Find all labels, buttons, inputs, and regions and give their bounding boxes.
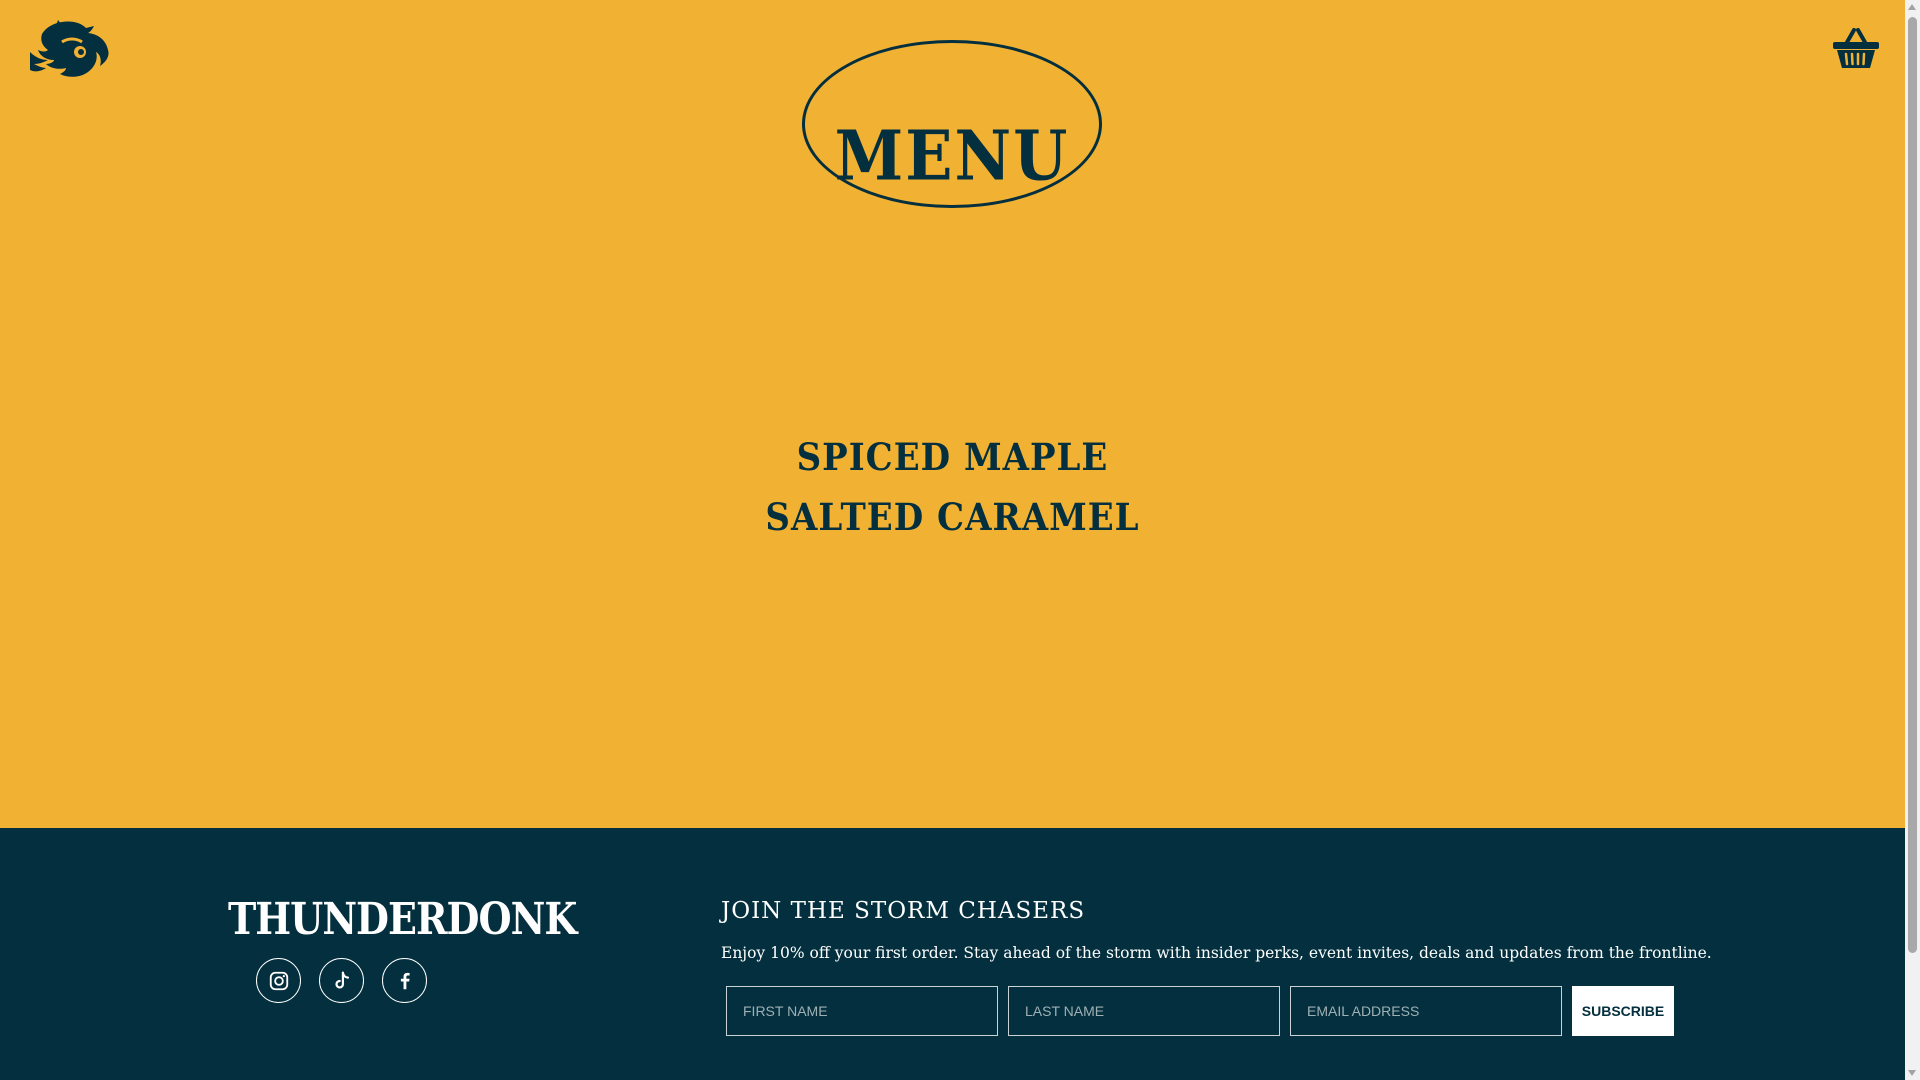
scroll-up-arrow-icon[interactable] <box>1908 4 1916 10</box>
tiktok-icon <box>334 971 349 988</box>
email-input[interactable] <box>1290 986 1562 1036</box>
footer-brand-logo[interactable]: THUNDERDONK <box>228 893 577 945</box>
newsletter-description: Enjoy 10% off your first order. Stay ahe… <box>721 944 1712 962</box>
instagram-icon <box>269 971 288 990</box>
last-name-input[interactable] <box>1008 986 1280 1036</box>
page: MENU SPICED MAPLE SALTED CARAMEL THUNDER… <box>0 0 1905 1080</box>
tiktok-link[interactable] <box>319 958 364 1003</box>
menu-title-badge: MENU <box>802 40 1102 208</box>
basket-icon <box>1833 28 1879 68</box>
newsletter-form: SUBSCRIBE <box>726 986 1674 1036</box>
mascot-logo-graphic <box>30 20 109 77</box>
scroll-down-arrow-icon[interactable] <box>1908 1070 1916 1076</box>
social-links <box>256 958 427 1003</box>
newsletter-heading: JOIN THE STORM CHASERS <box>721 898 1086 924</box>
menu-list: SPICED MAPLE SALTED CARAMEL <box>0 436 1905 558</box>
vertical-scrollbar[interactable] <box>1905 0 1920 1080</box>
menu-item-salted-caramel[interactable]: SALTED CARAMEL <box>765 496 1139 540</box>
subscribe-button[interactable]: SUBSCRIBE <box>1572 986 1674 1036</box>
first-name-input[interactable] <box>726 986 998 1036</box>
page-title: MENU <box>834 115 1070 196</box>
site-footer: THUNDERDONK JOIN THE STORM CHASERS Enjoy… <box>0 828 1905 1080</box>
logo-mascot-icon[interactable] <box>28 18 112 78</box>
instagram-link[interactable] <box>256 958 301 1003</box>
facebook-link[interactable] <box>382 958 427 1003</box>
scrollbar-thumb[interactable] <box>1908 17 1917 953</box>
cart-button[interactable] <box>1832 26 1880 70</box>
facebook-icon <box>400 972 410 989</box>
menu-item-spiced-maple[interactable]: SPICED MAPLE <box>797 436 1109 480</box>
